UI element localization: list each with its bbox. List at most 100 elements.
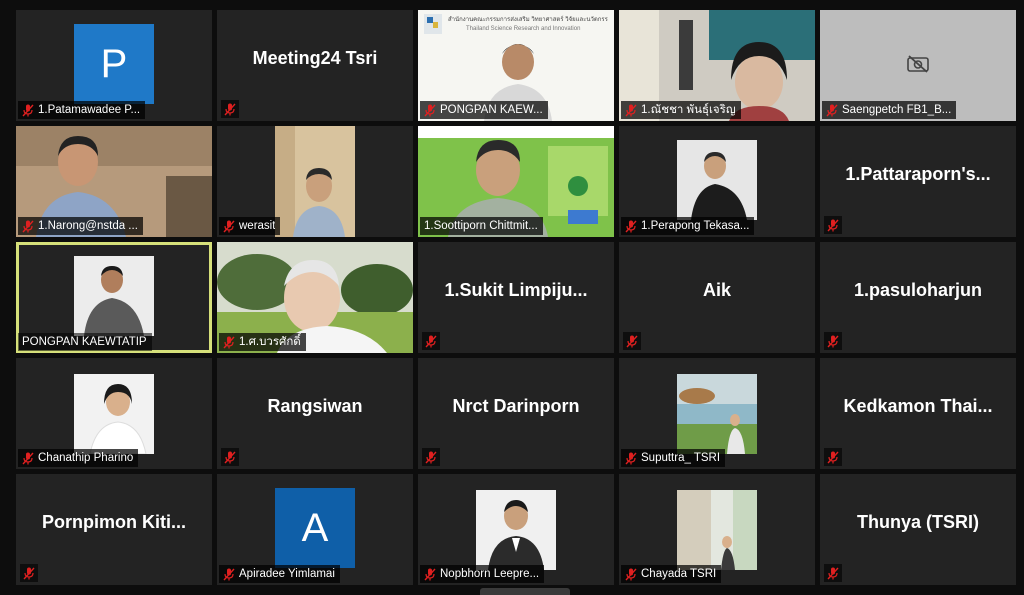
participant-name: PONGPAN KAEWTATIP — [22, 336, 147, 348]
participant-name: Apiradee Yimlamai — [239, 568, 335, 580]
camera-off-icon — [907, 54, 929, 73]
participant-name: werasit — [239, 220, 276, 232]
mic-muted-badge — [20, 564, 38, 582]
participant-display-name: 1.pasuloharjun — [853, 280, 983, 300]
participant-name-bar: 1.Narong@nstda ... — [18, 217, 143, 235]
mic-muted-icon — [224, 103, 236, 116]
mic-muted-icon — [827, 451, 839, 464]
participant-tile[interactable]: Aik — [619, 242, 815, 353]
mic-muted-icon — [625, 104, 637, 117]
gallery-grid: P 1.Patamawadee P... Meeting24 Tsri สำนั… — [16, 10, 1016, 585]
participant-tile[interactable]: 1.Pattaraporn's... — [820, 126, 1016, 237]
mic-muted-icon — [424, 104, 436, 117]
participant-name-bar: Saengpetch FB1_B... — [822, 101, 957, 119]
participant-tile[interactable]: Saengpetch FB1_B... — [820, 10, 1016, 121]
mic-muted-icon — [425, 451, 437, 464]
mic-muted-icon — [223, 220, 235, 233]
participant-name-bar: Suputtra_ TSRI — [621, 449, 726, 467]
mic-muted-icon — [223, 568, 235, 581]
mic-muted-icon — [827, 567, 839, 580]
toolbar-handle[interactable] — [480, 588, 570, 595]
participant-tile[interactable]: Nrct Darinporn — [418, 358, 614, 469]
participant-name-bar: PONGPAN KAEWTATIP — [18, 333, 152, 351]
mic-muted-icon — [827, 219, 839, 232]
participant-display-name: Rangsiwan — [267, 396, 363, 416]
participant-tile[interactable]: สำนักงานคณะกรรมการส่งเสริม วิทยาศาสตร์ ว… — [418, 10, 614, 121]
mic-muted-icon — [22, 104, 34, 117]
participant-tile[interactable]: Chayada TSRI — [619, 474, 815, 585]
slide-header: สำนักงานคณะกรรมการส่งเสริม วิทยาศาสตร์ ว… — [448, 17, 608, 23]
participant-tile[interactable]: Chanathip Pharino — [16, 358, 212, 469]
avatar: A — [275, 488, 355, 568]
mic-muted-icon — [22, 452, 34, 465]
mic-muted-icon — [626, 335, 638, 348]
mic-muted-icon — [826, 104, 838, 117]
mic-muted-icon — [224, 451, 236, 464]
participant-name-bar: Chayada TSRI — [621, 565, 722, 583]
profile-photo — [677, 490, 757, 570]
participant-display-name: Kedkamon Thai... — [843, 396, 993, 416]
participant-tile[interactable]: Kedkamon Thai... — [820, 358, 1016, 469]
participant-tile[interactable]: Pornpimon Kiti... — [16, 474, 212, 585]
profile-photo — [677, 374, 757, 454]
participant-name: 1.Perapong Tekasa... — [641, 220, 750, 232]
mic-muted-badge — [221, 448, 239, 466]
participant-name-bar: Nopbhorn Leepre... — [420, 565, 545, 583]
participant-tile[interactable]: Rangsiwan — [217, 358, 413, 469]
participant-name-bar: PONGPAN KAEW... — [420, 101, 548, 119]
participant-tile[interactable]: Suputtra_ TSRI — [619, 358, 815, 469]
participant-name: Nopbhorn Leepre... — [440, 568, 540, 580]
participant-tile[interactable]: 1.ศ.บวรศักดิ์ — [217, 242, 413, 353]
participant-display-name: Aik — [702, 280, 731, 300]
participant-tile[interactable]: 1.Sukit Limpiju... — [418, 242, 614, 353]
participant-display-name: Meeting24 Tsri — [252, 48, 378, 68]
participant-name: Chayada TSRI — [641, 568, 717, 580]
participant-tile[interactable]: 1.Narong@nstda ... — [16, 126, 212, 237]
avatar: P — [74, 24, 154, 104]
mic-muted-badge — [221, 100, 239, 118]
mic-muted-icon — [827, 335, 839, 348]
mic-muted-icon — [625, 452, 637, 465]
slide-subtitle: Thailand Science Research and Innovation — [466, 26, 581, 32]
mic-muted-badge — [824, 332, 842, 350]
participant-tile[interactable]: Nopbhorn Leepre... — [418, 474, 614, 585]
mic-muted-icon — [223, 336, 235, 349]
mic-muted-badge — [623, 332, 641, 350]
participant-name: 1.ศ.บวรศักดิ์ — [239, 336, 301, 348]
participant-name: PONGPAN KAEW... — [440, 104, 543, 116]
mic-muted-badge — [824, 216, 842, 234]
participant-tile[interactable]: Meeting24 Tsri — [217, 10, 413, 121]
participant-tile[interactable]: 1.ณัชชา พันธุ์เจริญ — [619, 10, 815, 121]
participant-name-bar: 1.ศ.บวรศักดิ์ — [219, 333, 306, 351]
mic-muted-badge — [422, 332, 440, 350]
mic-muted-icon — [625, 220, 637, 233]
participant-name: 1.Patamawadee P... — [38, 104, 141, 116]
participant-tile[interactable]: A Apiradee Yimlamai — [217, 474, 413, 585]
active-speaker-tile[interactable]: PONGPAN KAEWTATIP — [16, 242, 212, 353]
participant-tile[interactable]: Thunya (TSRI) — [820, 474, 1016, 585]
participant-tile[interactable]: werasit — [217, 126, 413, 237]
participant-display-name: Thunya (TSRI) — [857, 512, 979, 532]
participant-display-name: Pornpimon Kiti... — [42, 512, 186, 532]
participant-name-bar: 1.Soottiporn Chittmit... — [420, 217, 543, 235]
participant-tile[interactable]: 1.Perapong Tekasa... — [619, 126, 815, 237]
mic-muted-icon — [23, 567, 35, 580]
mic-muted-icon — [22, 220, 34, 233]
participant-display-name: 1.Pattaraporn's... — [845, 164, 991, 184]
profile-photo — [74, 256, 154, 336]
mic-muted-icon — [424, 568, 436, 581]
mic-muted-badge — [824, 448, 842, 466]
participant-tile[interactable]: 1.pasuloharjun — [820, 242, 1016, 353]
mic-muted-badge — [422, 448, 440, 466]
participant-name: 1.Narong@nstda ... — [38, 220, 138, 232]
participant-display-name: 1.Sukit Limpiju... — [444, 280, 588, 300]
participant-tile[interactable]: 1.Soottiporn Chittmit... — [418, 126, 614, 237]
participant-name-bar: Chanathip Pharino — [18, 449, 139, 467]
mic-muted-badge — [824, 564, 842, 582]
participant-tile[interactable]: P 1.Patamawadee P... — [16, 10, 212, 121]
mic-muted-icon — [625, 568, 637, 581]
participant-name: Saengpetch FB1_B... — [842, 104, 952, 116]
participant-name-bar: 1.ณัชชา พันธุ์เจริญ — [621, 101, 741, 119]
participant-name: 1.Soottiporn Chittmit... — [424, 220, 538, 232]
participant-name: Chanathip Pharino — [38, 452, 134, 464]
